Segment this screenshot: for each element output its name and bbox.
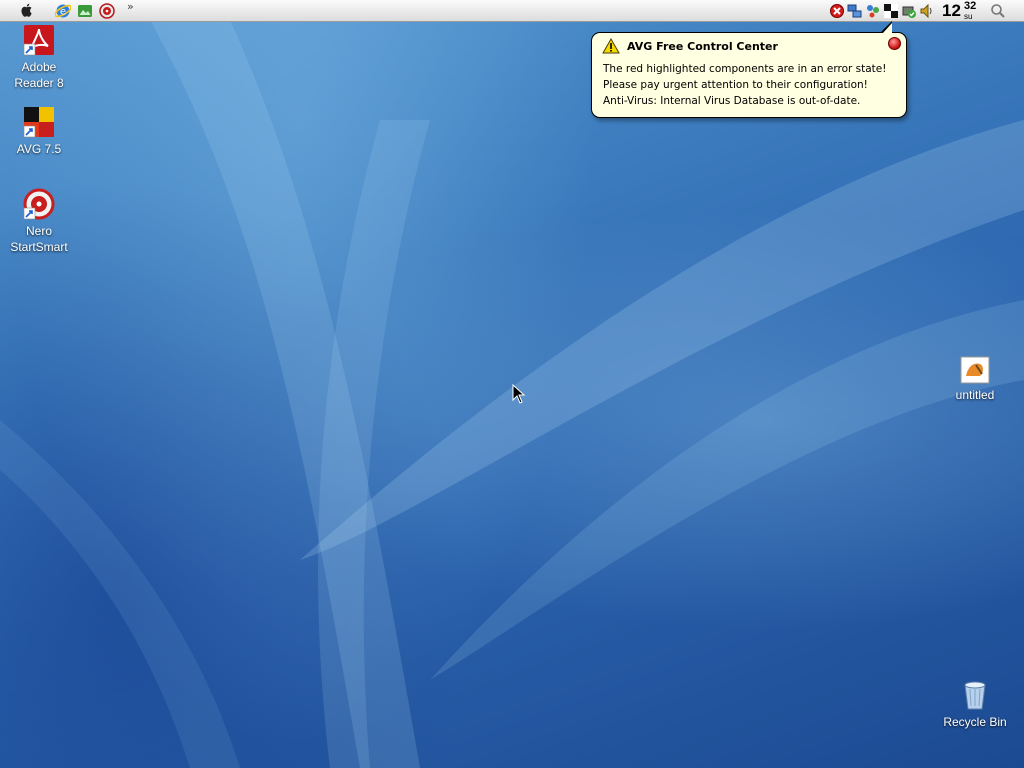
search-icon[interactable] — [990, 3, 1006, 19]
picture-icon[interactable] — [77, 3, 93, 19]
menu-bar: e » 12 32 su — [0, 0, 1024, 22]
internet-explorer-icon[interactable]: e — [55, 3, 71, 19]
adobe-reader-icon — [23, 25, 54, 56]
desktop-icon-label: untitled — [955, 388, 995, 402]
balloon-close-button[interactable] — [888, 37, 901, 50]
untitled-file-icon — [960, 356, 990, 384]
nero-icon — [23, 188, 55, 220]
warning-icon — [602, 38, 620, 54]
avg-icon — [23, 107, 54, 138]
balloon-line: The red highlighted components are in an… — [603, 63, 887, 75]
desktop-icon-label: Recycle Bin — [943, 715, 1007, 729]
clock-minute: 32 — [964, 0, 977, 12]
desktop-icon-nero[interactable]: Nero StartSmart — [1, 188, 77, 255]
network-icon[interactable] — [847, 3, 863, 19]
nero-icon[interactable] — [99, 3, 115, 19]
clock-hour: 12 — [942, 1, 961, 20]
desktop-icon-label: Nero — [25, 224, 52, 238]
recycle-bin-icon — [964, 681, 986, 710]
desktop-icon-label: AVG 7.5 — [16, 142, 62, 156]
overflow-chevron[interactable]: » — [127, 0, 134, 13]
volume-icon[interactable] — [919, 3, 935, 19]
svg-text:e: e — [60, 7, 66, 18]
desktop-icon-avg[interactable]: AVG 7.5 — [1, 106, 77, 157]
desktop-icon-label: StartSmart — [10, 240, 68, 254]
balloon-title: AVG Free Control Center — [627, 40, 778, 53]
mouse-cursor-icon — [512, 384, 526, 404]
avg-error-icon[interactable] — [829, 3, 845, 19]
desktop-icon-label: Reader 8 — [14, 76, 64, 90]
desktop-icon-recycle-bin[interactable]: Recycle Bin — [937, 679, 1013, 730]
safely-remove-icon[interactable] — [901, 3, 917, 19]
clock-day: su — [964, 12, 973, 21]
balloon-message: The red highlighted components are in an… — [603, 61, 886, 109]
balloon-line: Anti-Virus: Internal Virus Database is o… — [603, 95, 861, 107]
desktop-icon-untitled[interactable]: untitled — [937, 356, 1013, 403]
messenger-icon[interactable] — [865, 3, 881, 19]
avg-notification-balloon[interactable]: AVG Free Control Center The red highligh… — [591, 21, 907, 118]
avg-tray-icon[interactable] — [883, 3, 899, 19]
apple-icon[interactable] — [19, 2, 35, 18]
menubar-clock[interactable]: 12 32 su — [942, 0, 982, 21]
desktop-icon-adobe-reader[interactable]: Adobe Reader 8 — [1, 24, 77, 91]
balloon-line: Please pay urgent attention to their con… — [603, 79, 868, 91]
desktop-icon-label: Adobe — [21, 60, 57, 74]
